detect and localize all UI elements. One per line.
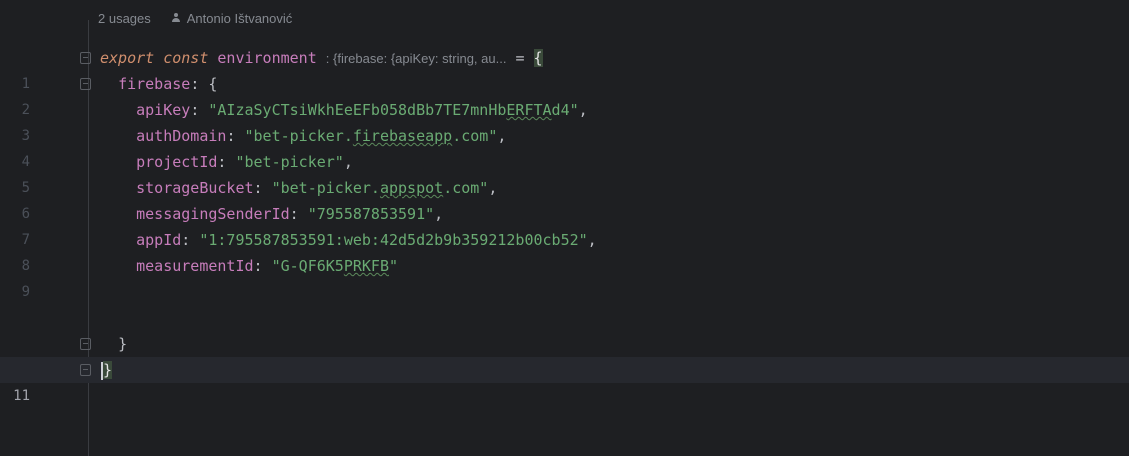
property-key: appId bbox=[136, 231, 182, 249]
person-icon bbox=[171, 13, 181, 23]
matched-brace: } bbox=[103, 361, 113, 379]
string-value: "G-QF6K5PRKFB" bbox=[272, 257, 398, 275]
closing-brace: } bbox=[118, 335, 128, 353]
property-key: projectId bbox=[136, 153, 218, 171]
typo-highlight: PRKFB bbox=[343, 257, 389, 275]
typo-highlight: firebaseapp bbox=[352, 127, 453, 145]
punctuation: : bbox=[289, 205, 308, 223]
line-content: } bbox=[100, 331, 127, 357]
punctuation: : bbox=[181, 231, 200, 249]
string-part: " bbox=[389, 257, 399, 275]
punctuation: , bbox=[587, 231, 597, 249]
string-value: "795587853591" bbox=[307, 205, 435, 223]
punctuation: , bbox=[488, 179, 498, 197]
typo-highlight: appspot bbox=[379, 179, 444, 197]
punctuation: : { bbox=[190, 75, 218, 93]
line-content: apiKey: "AIzaSyCTsiWkhEeEFb058dBb7TE7mnH… bbox=[100, 97, 588, 123]
string-part: "bet-picker. bbox=[244, 127, 353, 145]
property-key: storageBucket bbox=[136, 179, 254, 197]
property-key: measurementId bbox=[136, 257, 254, 275]
string-part: .com" bbox=[443, 179, 489, 197]
punctuation: : bbox=[217, 153, 236, 171]
punctuation: : bbox=[253, 179, 272, 197]
string-part: "bet-picker. bbox=[271, 179, 380, 197]
string-part: .com" bbox=[452, 127, 498, 145]
line-number: 9 bbox=[21, 284, 30, 300]
line-content: authDomain: "bet-picker.firebaseapp.com"… bbox=[100, 123, 506, 149]
string-part: d4" bbox=[551, 101, 579, 119]
punctuation: , bbox=[434, 205, 444, 223]
code-line[interactable]: 9 measurementId: "G-QF6K5PRKFB" bbox=[0, 253, 1129, 300]
fold-marker-icon[interactable] bbox=[80, 338, 91, 350]
keyword: const bbox=[163, 49, 209, 67]
operator: = bbox=[506, 49, 534, 67]
code-line[interactable]: 4 authDomain: "bet-picker.firebaseapp.co… bbox=[0, 123, 1129, 170]
type-hint[interactable]: : {firebase: {apiKey: string, au... bbox=[326, 51, 507, 66]
code-line[interactable]: 2 firebase: { bbox=[0, 71, 1129, 118]
property-key: apiKey bbox=[136, 101, 191, 119]
string-part: "AIzaSyCTsiWkhEeEFb058dBb7TE7mnHb bbox=[208, 101, 507, 119]
line-content: export const environment : {firebase: {a… bbox=[100, 45, 543, 72]
code-line[interactable]: 1 export const environment : {firebase: … bbox=[0, 45, 1129, 92]
typo-highlight: ERFTA bbox=[506, 101, 552, 119]
punctuation: : bbox=[253, 257, 272, 275]
property-key: authDomain bbox=[136, 127, 227, 145]
string-value: "1:795587853591:web:42d5d2b9b359212b00cb… bbox=[199, 231, 588, 249]
line-content: measurementId: "G-QF6K5PRKFB" bbox=[100, 253, 398, 279]
punctuation: , bbox=[578, 101, 588, 119]
property-key: firebase bbox=[118, 75, 191, 93]
fold-marker-icon[interactable] bbox=[80, 52, 91, 64]
line-content: appId: "1:795587853591:web:42d5d2b9b3592… bbox=[100, 227, 597, 253]
fold-marker-icon[interactable] bbox=[80, 78, 91, 90]
property-key: messagingSenderId bbox=[136, 205, 290, 223]
code-line[interactable]: 7 messagingSenderId: "795587853591", bbox=[0, 201, 1129, 248]
code-line[interactable]: 8 appId: "1:795587853591:web:42d5d2b9b35… bbox=[0, 227, 1129, 274]
code-editor[interactable]: 2 usages Antonio Ištvanović 1 export con… bbox=[0, 0, 1129, 456]
code-vision-hint[interactable]: 2 usages Antonio Ištvanović bbox=[98, 8, 292, 28]
line-content: } bbox=[100, 357, 113, 383]
string-value: "bet-picker.appspot.com" bbox=[272, 179, 489, 197]
line-content: storageBucket: "bet-picker.appspot.com", bbox=[100, 175, 497, 201]
string-value: "bet-picker.firebaseapp.com" bbox=[245, 127, 498, 145]
usages-count[interactable]: 2 usages bbox=[98, 11, 151, 26]
punctuation: : bbox=[226, 127, 245, 145]
code-line[interactable]: 5 projectId: "bet-picker", bbox=[0, 149, 1129, 196]
punctuation: , bbox=[497, 127, 507, 145]
line-content: messagingSenderId: "795587853591", bbox=[100, 201, 443, 227]
punctuation: : bbox=[190, 101, 209, 119]
string-value: "bet-picker" bbox=[235, 153, 344, 171]
line-content: projectId: "bet-picker", bbox=[100, 149, 353, 175]
fold-marker-icon[interactable] bbox=[80, 364, 91, 376]
string-value: "AIzaSyCTsiWkhEeEFb058dBb7TE7mnHbERFTAd4… bbox=[208, 101, 578, 119]
line-number: 11 bbox=[13, 388, 30, 404]
code-line[interactable]: 3 apiKey: "AIzaSyCTsiWkhEeEFb058dBb7TE7m… bbox=[0, 97, 1129, 144]
line-content: firebase: { bbox=[100, 71, 217, 97]
punctuation: , bbox=[343, 153, 353, 171]
code-line-current[interactable]: 11 } bbox=[0, 357, 1129, 404]
string-part: "G-QF6K5 bbox=[271, 257, 344, 275]
identifier: environment bbox=[217, 49, 317, 67]
matched-brace: { bbox=[533, 49, 543, 67]
code-line[interactable]: 10 } bbox=[0, 331, 1129, 378]
code-line[interactable]: 6 storageBucket: "bet-picker.appspot.com… bbox=[0, 175, 1129, 222]
keyword: export bbox=[100, 49, 155, 67]
author-name[interactable]: Antonio Ištvanović bbox=[187, 11, 293, 26]
